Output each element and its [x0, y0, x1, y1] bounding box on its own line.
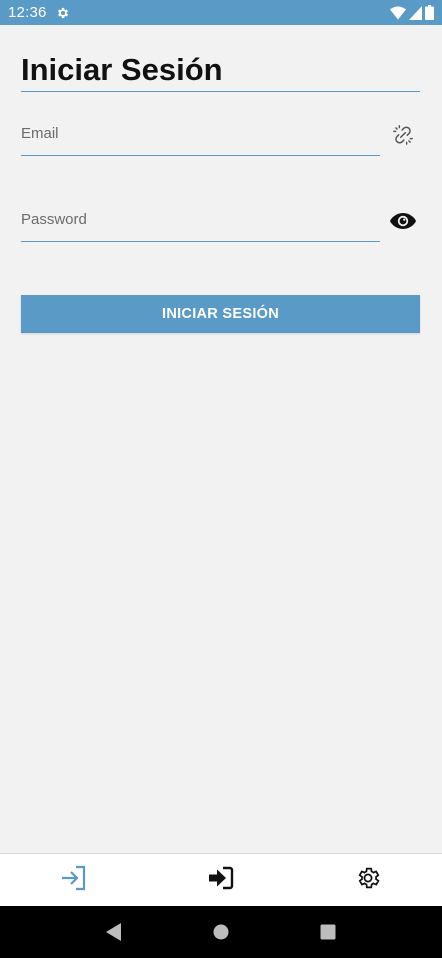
status-time: 12:36 — [8, 4, 47, 21]
login-form: Iniciar Sesión — [21, 25, 420, 242]
page-title: Iniciar Sesión — [21, 52, 223, 87]
email-field[interactable] — [21, 118, 380, 156]
home-icon[interactable] — [201, 912, 241, 952]
settings-icon — [355, 865, 381, 896]
tab-login-solid[interactable] — [147, 854, 294, 906]
eye-icon[interactable] — [386, 204, 420, 238]
tab-login-outline[interactable] — [0, 854, 147, 906]
title-divider — [21, 91, 420, 92]
password-row — [21, 204, 420, 242]
login-solid-icon — [208, 866, 234, 895]
signal-icon — [409, 5, 422, 20]
bottom-tab-bar — [0, 853, 442, 906]
login-button[interactable]: INICIAR SESIÓN — [21, 295, 420, 333]
gear-icon — [56, 6, 70, 20]
status-bar: 12:36 — [0, 0, 442, 25]
tab-settings[interactable] — [295, 854, 442, 906]
link-off-icon[interactable] — [386, 118, 420, 152]
email-row — [21, 118, 420, 156]
system-nav-bar — [0, 906, 442, 958]
wifi-icon — [390, 6, 406, 20]
password-field[interactable] — [21, 204, 380, 242]
back-icon[interactable] — [94, 912, 134, 952]
login-outline-icon — [60, 865, 88, 896]
recents-icon[interactable] — [308, 912, 348, 952]
battery-icon — [425, 5, 434, 20]
